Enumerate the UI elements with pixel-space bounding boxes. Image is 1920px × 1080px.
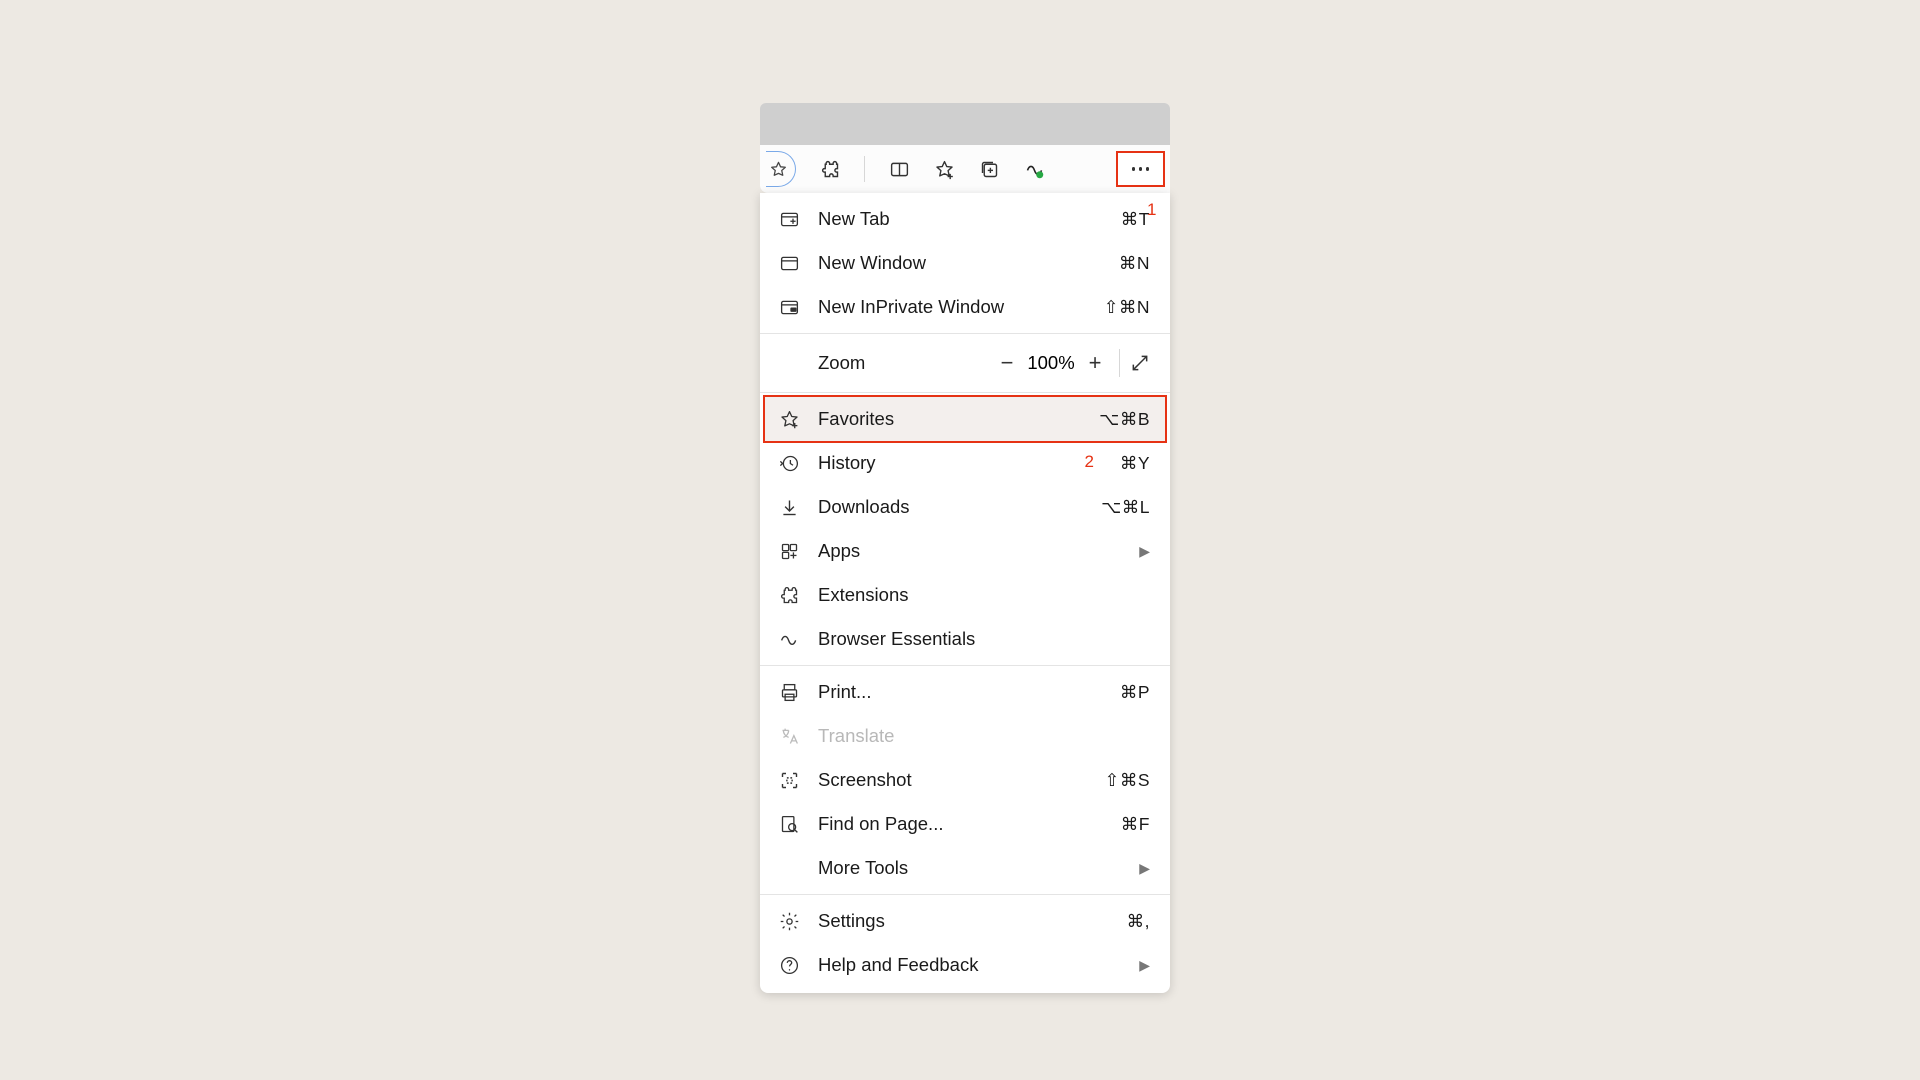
menu-label: Downloads (818, 496, 1101, 518)
shortcut: ⇧⌘N (1104, 297, 1150, 318)
essentials-icon (778, 628, 800, 650)
separator (760, 392, 1170, 393)
menu-label: Settings (818, 910, 1127, 932)
new-tab-icon (778, 208, 800, 230)
chevron-right-icon: ▶ (1139, 543, 1150, 560)
extensions-icon[interactable] (819, 158, 841, 180)
star-outline-icon (768, 158, 790, 180)
shortcut: ⌥⌘B (1099, 409, 1150, 430)
addressbar-star-cap[interactable] (766, 151, 796, 187)
browser-toolbar (760, 145, 1170, 193)
zoom-divider (1119, 349, 1120, 377)
menu-more-tools[interactable]: More Tools ▶ (760, 846, 1170, 890)
zoom-value: 100% (1021, 352, 1081, 374)
menu-apps[interactable]: Apps ▶ (760, 529, 1170, 573)
menu-screenshot[interactable]: Screenshot ⇧⌘S (760, 758, 1170, 802)
shortcut: ⌘Y (1120, 453, 1150, 474)
menu-label: Screenshot (818, 769, 1105, 791)
menu-label: Find on Page... (818, 813, 1121, 835)
separator (760, 665, 1170, 666)
menu-settings[interactable]: Settings ⌘, (760, 899, 1170, 943)
downloads-icon (778, 496, 800, 518)
menu-label: History (818, 452, 1120, 474)
menu-label: New Tab (818, 208, 1121, 230)
help-icon (778, 954, 800, 976)
history-icon (778, 452, 800, 474)
translate-icon (778, 725, 800, 747)
shortcut: ⇧⌘S (1105, 770, 1150, 791)
toolbar-divider (864, 156, 865, 182)
ellipsis-icon (1132, 167, 1150, 171)
chevron-right-icon: ▶ (1139, 860, 1150, 877)
menu-zoom: Zoom − 100% + (760, 338, 1170, 388)
annotation-2: 2 (1085, 452, 1094, 472)
menu-label: New InPrivate Window (818, 296, 1104, 318)
menu-label: Apps (818, 540, 1139, 562)
collections-icon[interactable] (978, 158, 1000, 180)
shortcut: ⌘N (1119, 253, 1150, 274)
fullscreen-button[interactable] (1130, 353, 1158, 373)
menu-favorites[interactable]: Favorites ⌥⌘B (760, 397, 1170, 441)
menu-label: Translate (818, 725, 1150, 747)
shortcut: ⌘P (1120, 682, 1150, 703)
menu-label: Browser Essentials (818, 628, 1150, 650)
inprivate-icon (778, 296, 800, 318)
chevron-right-icon: ▶ (1139, 957, 1150, 974)
apps-icon (778, 540, 800, 562)
new-window-icon (778, 252, 800, 274)
separator (760, 894, 1170, 895)
menu-browser-essentials[interactable]: Browser Essentials (760, 617, 1170, 661)
menu-label: Favorites (818, 408, 1099, 430)
shortcut: ⌘, (1127, 911, 1150, 932)
shortcut: ⌥⌘L (1101, 497, 1150, 518)
zoom-in-button[interactable]: + (1081, 350, 1109, 376)
menu-new-inprivate[interactable]: New InPrivate Window ⇧⌘N (760, 285, 1170, 329)
menu-new-window[interactable]: New Window ⌘N (760, 241, 1170, 285)
blank-icon (778, 857, 800, 879)
settings-icon (778, 910, 800, 932)
browser-essentials-icon[interactable] (1023, 158, 1045, 180)
print-icon (778, 681, 800, 703)
menu-label: Print... (818, 681, 1120, 703)
favorites-star-icon[interactable] (933, 158, 955, 180)
menu-downloads[interactable]: Downloads ⌥⌘L (760, 485, 1170, 529)
find-icon (778, 813, 800, 835)
screenshot-icon (778, 769, 800, 791)
menu-label: More Tools (818, 857, 1139, 879)
menu-print[interactable]: Print... ⌘P (760, 670, 1170, 714)
shortcut: ⌘T (1121, 209, 1150, 230)
menu-label: New Window (818, 252, 1119, 274)
extensions-menu-icon (778, 584, 800, 606)
menu-translate: Translate (760, 714, 1170, 758)
more-menu-button[interactable] (1116, 151, 1165, 187)
zoom-out-button[interactable]: − (993, 350, 1021, 376)
menu-history[interactable]: History 2 ⌘Y (760, 441, 1170, 485)
menu-help[interactable]: Help and Feedback ▶ (760, 943, 1170, 987)
split-screen-icon[interactable] (888, 158, 910, 180)
shortcut: ⌘F (1121, 814, 1150, 835)
favorites-icon (778, 408, 800, 430)
zoom-label: Zoom (818, 352, 865, 374)
menu-find[interactable]: Find on Page... ⌘F (760, 802, 1170, 846)
separator (760, 333, 1170, 334)
menu-new-tab[interactable]: New Tab ⌘T (760, 197, 1170, 241)
menu-label: Help and Feedback (818, 954, 1139, 976)
settings-menu: New Tab ⌘T New Window ⌘N New InPrivate W… (760, 193, 1170, 993)
menu-extensions[interactable]: Extensions (760, 573, 1170, 617)
menu-label: Extensions (818, 584, 1150, 606)
annotation-1: 1 (1147, 200, 1156, 220)
tab-strip (760, 103, 1170, 145)
